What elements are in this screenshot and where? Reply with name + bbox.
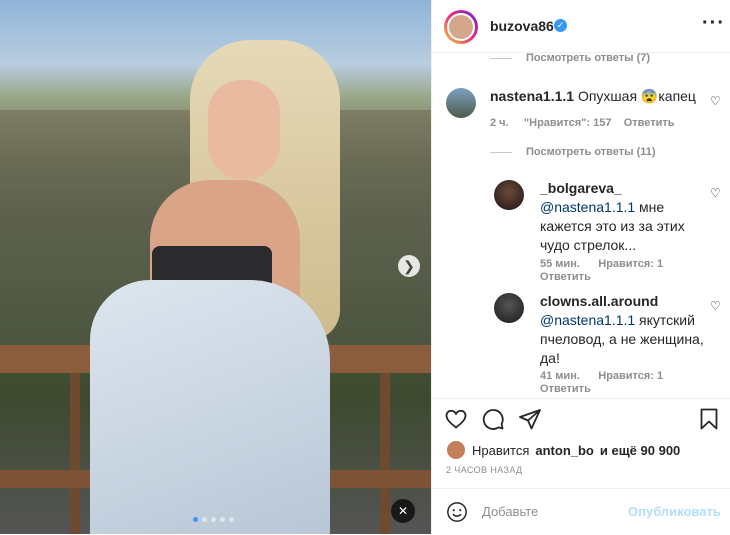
comment-username[interactable]: nastena1.1.1	[490, 88, 574, 104]
mute-icon[interactable]: ✕	[391, 499, 415, 523]
carousel-dot	[211, 517, 216, 522]
likes-summary[interactable]: Нравится anton_bo и ещё 90 900	[446, 440, 680, 460]
carousel-dot	[229, 517, 234, 522]
next-arrow-icon[interactable]: ❯	[398, 255, 420, 277]
comment-likes[interactable]: "Нравится": 157	[524, 117, 612, 129]
carousel-dot	[193, 517, 198, 522]
bookmark-icon[interactable]	[697, 407, 721, 431]
mention-link[interactable]: @nastena1.1.1	[540, 199, 635, 215]
author-avatar[interactable]	[444, 10, 478, 44]
comment-meta: 2 ч. "Нравится": 157 Ответить	[490, 117, 675, 129]
comment-like-icon[interactable]: ♡	[710, 94, 721, 108]
comment-text: nastena1.1.1 Опухшая 😨капец	[490, 88, 696, 104]
comment-avatar[interactable]	[446, 88, 476, 118]
comment-avatar[interactable]	[494, 293, 524, 323]
carousel-dot	[202, 517, 207, 522]
liker-username[interactable]: anton_bo	[535, 443, 594, 458]
carousel-dots	[193, 517, 234, 522]
photo-railing-post	[380, 373, 390, 534]
comment-meta: 55 мин. Нравится: 1 Ответить	[540, 258, 664, 283]
view-replies-button[interactable]: Посмотреть ответы (11)	[490, 146, 656, 158]
comment-meta: 41 мин. Нравится: 1 Ответить	[540, 370, 664, 395]
photo-person-jacket	[90, 280, 330, 534]
reply-text: clowns.all.around @nastena1.1.1 якутский…	[540, 293, 704, 366]
post-photo[interactable]: ❯ ✕	[0, 0, 431, 534]
comments-list[interactable]: Посмотреть ответы (7) nastena1.1.1 Опухш…	[432, 52, 730, 397]
verified-icon: ✓	[554, 19, 567, 32]
likes-count[interactable]: и ещё 90 900	[600, 443, 680, 458]
comment-avatar[interactable]	[494, 180, 524, 210]
post-timestamp: 2 ЧАСОВ НАЗАД	[446, 465, 523, 475]
publish-button[interactable]: Опубликовать	[628, 504, 721, 519]
share-icon[interactable]	[518, 407, 542, 431]
smile-icon[interactable]	[446, 501, 468, 523]
post-actions-bar	[432, 398, 730, 439]
comment-likes[interactable]: Нравится: 1	[598, 258, 663, 270]
author-username[interactable]: buzova86	[490, 18, 554, 34]
post-side-panel: buzova86 ✓ ··· Посмотреть ответы (7) nas…	[431, 0, 730, 534]
more-icon[interactable]: ···	[702, 12, 725, 35]
photo-railing-post	[70, 373, 80, 534]
comment-username[interactable]: clowns.all.around	[540, 293, 658, 309]
post-header: buzova86 ✓ ···	[432, 0, 730, 53]
comment-likes[interactable]: Нравится: 1	[598, 370, 663, 382]
comment-username[interactable]: _bolgareva_	[540, 180, 622, 196]
comment-input[interactable]: Добавьте	[482, 504, 538, 519]
reply-text: _bolgareva_ @nastena1.1.1 мне кажется эт…	[540, 180, 685, 253]
carousel-dot	[220, 517, 225, 522]
heart-icon[interactable]	[444, 407, 468, 431]
comment-like-icon[interactable]: ♡	[710, 186, 721, 200]
mention-link[interactable]: @nastena1.1.1	[540, 312, 635, 328]
photo-person-face	[208, 80, 280, 180]
comment-reply-button[interactable]: Ответить	[624, 117, 675, 129]
comment-reply-button[interactable]: Ответить	[540, 271, 591, 283]
view-replies-button[interactable]: Посмотреть ответы (7)	[490, 52, 650, 64]
liker-avatar	[446, 440, 466, 460]
comment-reply-button[interactable]: Ответить	[540, 383, 591, 395]
comment-like-icon[interactable]: ♡	[710, 299, 721, 313]
comment-icon[interactable]	[481, 407, 505, 431]
add-comment-bar: Добавьте Опубликовать	[432, 488, 730, 535]
